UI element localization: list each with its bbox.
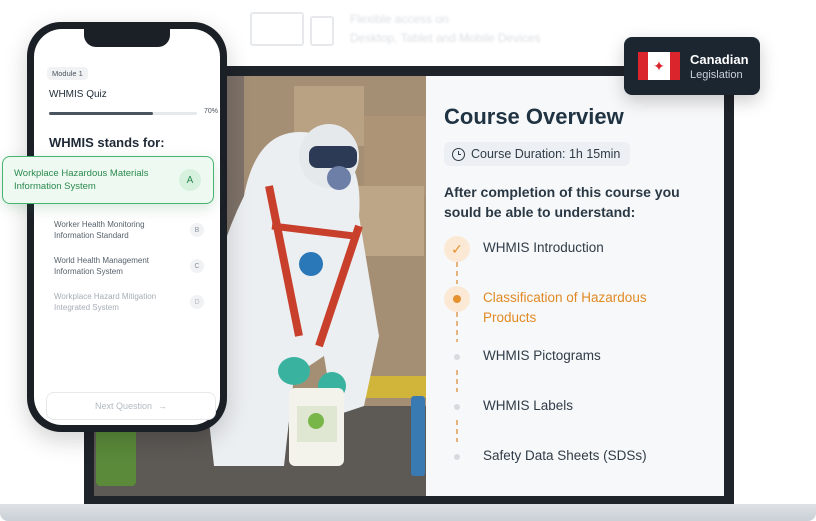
- canadian-legislation-badge: ✦ Canadian Legislation: [624, 37, 760, 95]
- answer-option-c[interactable]: World Health Management Information Syst…: [48, 250, 210, 282]
- pending-dot-icon: [444, 444, 470, 470]
- canada-flag-icon: ✦: [638, 52, 680, 80]
- maple-leaf-icon: ✦: [648, 52, 670, 80]
- devices-icon: [250, 10, 340, 48]
- clock-icon: [452, 147, 465, 161]
- quiz-title: WHMIS Quiz: [49, 89, 107, 100]
- answer-option-a-selected[interactable]: Workplace Hazardous Materials Informatio…: [2, 156, 214, 204]
- answer-letter: C: [190, 259, 204, 273]
- module-badge: Module 1: [47, 67, 88, 80]
- answer-text: Workplace Hazardous Materials Informatio…: [14, 168, 149, 192]
- course-duration-badge: Course Duration: 1h 15min: [444, 142, 631, 166]
- quiz-progress-fill: [49, 112, 153, 115]
- topic-item[interactable]: ✓ WHMIS Introduction: [444, 236, 706, 286]
- topic-item-active[interactable]: Classification of Hazardous Products: [444, 286, 706, 344]
- quiz-progress-label: 70%: [204, 108, 219, 115]
- topic-item[interactable]: WHMIS Labels: [444, 394, 706, 444]
- topic-item[interactable]: Safety Data Sheets (SDSs): [444, 444, 706, 494]
- laptop-base: [0, 504, 816, 521]
- pending-dot-icon: [444, 344, 470, 370]
- quiz-progress-bar: [49, 112, 197, 115]
- pending-dot-icon: [444, 394, 470, 420]
- learning-outcomes-heading: After completion of this course you soul…: [444, 184, 680, 220]
- answer-letter: B: [190, 223, 204, 237]
- topic-item[interactable]: WHMIS Pictograms: [444, 344, 706, 394]
- badge-title: Canadian: [690, 51, 749, 67]
- quiz-question: WHMIS stands for:: [49, 135, 165, 150]
- answer-text: Workplace Hazard Mitigation Integrated S…: [54, 292, 157, 312]
- topic-label: WHMIS Introduction: [483, 240, 604, 255]
- phone-screen: Module 1 WHMIS Quiz 70% WHMIS stands for…: [34, 29, 220, 425]
- topic-label: WHMIS Pictograms: [483, 348, 601, 363]
- badge-subtitle: Legislation: [690, 68, 743, 81]
- course-duration-text: Course Duration: 1h 15min: [471, 147, 621, 161]
- answer-option-b[interactable]: Worker Health Monitoring Information Sta…: [48, 214, 210, 246]
- arrow-right-icon: →: [158, 401, 168, 411]
- device-access-text: Flexible access on Desktop, Tablet and M…: [350, 12, 541, 45]
- answer-text: World Health Management Information Syst…: [54, 256, 150, 276]
- answer-text: Worker Health Monitoring Information Sta…: [54, 220, 145, 240]
- progress-dot-icon: [444, 286, 470, 312]
- phone-frame: Module 1 WHMIS Quiz 70% WHMIS stands for…: [27, 22, 227, 432]
- device-access-hint: Flexible access on Desktop, Tablet and M…: [250, 10, 541, 48]
- next-question-label: Next Question: [94, 401, 153, 411]
- next-question-button[interactable]: Next Question →: [46, 392, 216, 420]
- topic-label: Classification of Hazardous Products: [483, 290, 647, 325]
- answer-letter: D: [190, 295, 204, 309]
- topic-list: ✓ WHMIS Introduction Classification of H…: [444, 236, 706, 494]
- check-icon: ✓: [444, 236, 470, 262]
- answer-letter: A: [179, 169, 201, 191]
- topic-label: Safety Data Sheets (SDSs): [483, 448, 647, 463]
- answer-option-d[interactable]: Workplace Hazard Mitigation Integrated S…: [48, 286, 210, 318]
- topic-label: WHMIS Labels: [483, 398, 574, 413]
- course-overview-panel: Course Overview Course Duration: 1h 15mi…: [426, 76, 724, 496]
- course-title: Course Overview: [444, 104, 624, 129]
- phone-notch: [84, 29, 170, 47]
